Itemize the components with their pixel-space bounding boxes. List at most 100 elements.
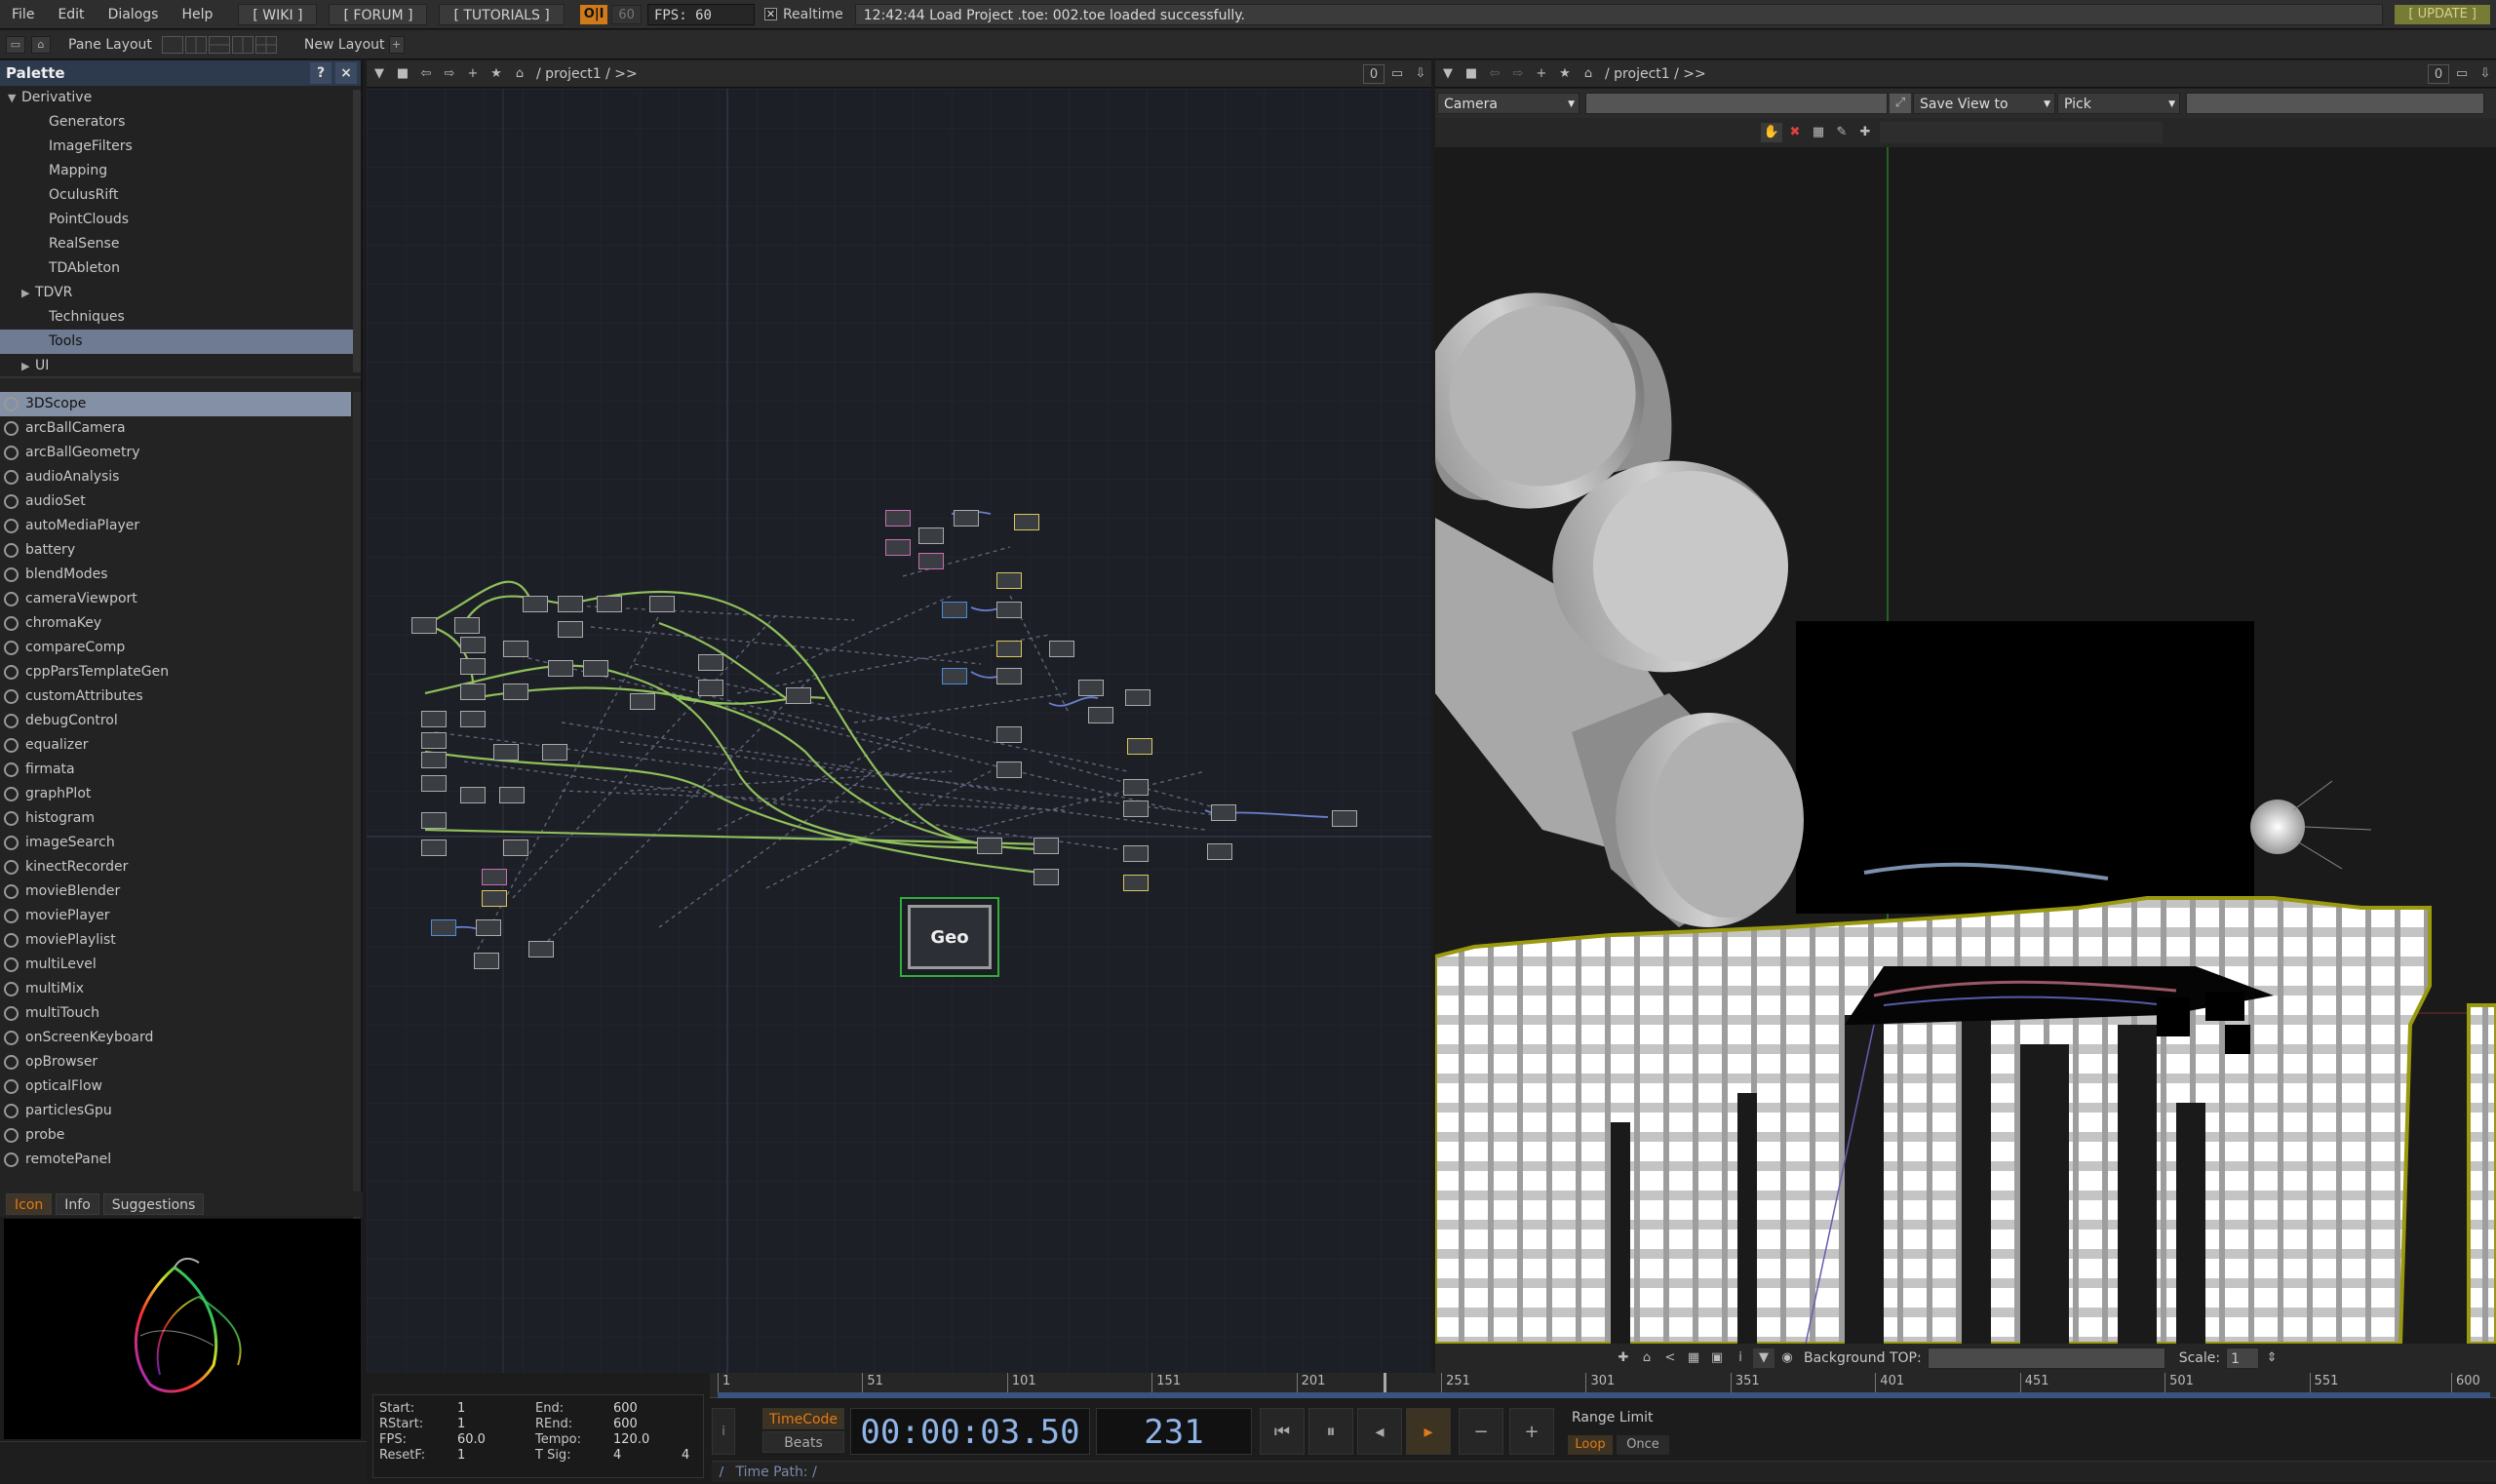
component-item-arcBallGeometry[interactable]: arcBallGeometry [0,441,351,465]
oi-toggle[interactable]: O|I [579,4,608,24]
operator-node[interactable] [1123,875,1149,891]
viewer-options-icon[interactable]: ▼ [1753,1348,1774,1368]
palette-folder-pointclouds[interactable]: PointClouds [0,208,361,232]
timecode-mode-button[interactable]: TimeCode [762,1408,844,1429]
palette-folder-ui[interactable]: ▶ UI [0,354,361,376]
palette-folder-mapping[interactable]: Mapping [0,159,361,183]
operator-node[interactable] [499,787,525,803]
layout-quad-icon[interactable] [254,35,277,54]
component-item-audioAnalysis[interactable]: audioAnalysis [0,465,351,489]
rend-value[interactable]: 600 [613,1417,682,1431]
operator-node[interactable] [523,596,548,612]
operator-node[interactable] [885,539,911,556]
back-icon[interactable]: ⇦ [415,64,437,84]
chevron-down-icon[interactable]: ▼ [8,86,21,110]
beats-mode-button[interactable]: Beats [762,1431,844,1453]
operator-node[interactable] [411,617,437,634]
palette-folder-derivative[interactable]: ▼ Derivative [0,86,361,110]
timeline-info-icon[interactable]: i [712,1408,735,1455]
operator-node[interactable] [698,680,723,696]
end-value[interactable]: 600 [613,1401,682,1416]
add-layout-button[interactable]: + [388,35,405,54]
component-item-chromaKey[interactable]: chromaKey [0,611,351,636]
component-item-multiMix[interactable]: multiMix [0,977,351,1001]
palette-folder-tdvr[interactable]: ▶ TDVR [0,281,361,305]
rstart-value[interactable]: 1 [457,1417,535,1431]
operator-node[interactable] [1049,641,1074,657]
operator-node[interactable] [1014,514,1039,530]
component-item-multiTouch[interactable]: multiTouch [0,1001,351,1026]
component-item-compareComp[interactable]: compareComp [0,636,351,660]
add-tool-icon[interactable]: ✚ [1854,123,1876,142]
network-zero-button[interactable]: 0 [1363,63,1384,84]
menu-help[interactable]: Help [170,0,224,29]
viewer-add-bottom-icon[interactable]: ✚ [1613,1348,1634,1368]
network-graph[interactable] [367,89,1431,1373]
network-editor[interactable]: Geo [367,89,1431,1373]
operator-node[interactable] [421,812,447,829]
operator-node[interactable] [503,840,528,856]
scale-field[interactable]: 1 [2226,1347,2260,1369]
tree-scrollbar[interactable] [353,90,361,372]
operator-node[interactable] [503,683,528,700]
pane-type-icon[interactable]: ■ [392,64,413,84]
viewer-back-icon[interactable]: ⇦ [1484,64,1505,84]
bookmark-star-icon[interactable]: ★ [486,64,507,84]
operator-node[interactable] [1125,689,1150,706]
operator-node[interactable] [1078,680,1104,696]
operator-node[interactable] [996,572,1022,589]
fps-limit-field[interactable]: 60 [611,4,642,24]
operator-node[interactable] [630,693,655,710]
component-item-cppParsTemplateGen[interactable]: cppParsTemplateGen [0,660,351,684]
step-plus-button[interactable]: + [1509,1408,1554,1455]
split-icon[interactable]: ⇩ [1410,64,1431,84]
step-back-button[interactable]: ◂ [1357,1408,1402,1455]
palette-folder-imagefilters[interactable]: ImageFilters [0,135,361,159]
component-list-scrollbar[interactable] [353,392,361,1240]
operator-node[interactable] [1123,779,1149,796]
operator-node[interactable] [431,919,456,936]
operator-node[interactable] [493,744,519,761]
component-item-multiLevel[interactable]: multiLevel [0,953,351,977]
palette-folder-techniques[interactable]: Techniques [0,305,361,330]
home-icon[interactable]: ⌂ [509,64,530,84]
component-item-equalizer[interactable]: equalizer [0,733,351,758]
tsig-numerator[interactable]: 4 [613,1448,682,1463]
component-item-customAttributes[interactable]: customAttributes [0,684,351,709]
operator-node[interactable] [996,762,1022,778]
start-value[interactable]: 1 [457,1401,535,1416]
component-item-opBrowser[interactable]: opBrowser [0,1050,351,1074]
operator-node[interactable] [1123,801,1149,817]
operator-node[interactable] [698,654,723,671]
viewer-zero-button[interactable]: 0 [2428,63,2449,84]
forward-icon[interactable]: ⇨ [439,64,460,84]
display-tool-icon[interactable]: ▦ [1808,123,1829,142]
operator-node[interactable] [474,953,499,969]
operator-node[interactable] [1332,810,1357,827]
viewer-home-icon[interactable]: ⌂ [1578,64,1599,84]
update-button[interactable]: [ UPDATE ] [2395,4,2490,24]
operator-node[interactable] [558,621,583,638]
timecode-display[interactable]: 00:00:03.50 [850,1408,1090,1455]
operator-node[interactable] [558,596,583,612]
operator-node[interactable] [1088,707,1113,723]
menu-file[interactable]: File [0,0,46,29]
brush-tool-icon[interactable]: ✎ [1831,123,1852,142]
operator-node[interactable] [421,752,447,768]
operator-node[interactable] [454,617,480,634]
play-forward-button[interactable]: ▸ [1406,1408,1451,1455]
operator-node[interactable] [977,838,1002,854]
operator-node[interactable] [1127,738,1152,755]
chevron-right-icon[interactable]: ▶ [21,354,35,376]
palette-folder-generators[interactable]: Generators [0,110,361,135]
layout-split-vertical-icon[interactable] [184,35,207,54]
add-operator-icon[interactable]: + [462,64,484,84]
viewer-maximize-icon[interactable]: ▭ [2451,64,2473,84]
operator-node[interactable] [649,596,675,612]
operator-node[interactable] [1034,869,1059,885]
operator-node[interactable] [918,553,944,569]
chevron-right-icon[interactable]: ▶ [21,281,35,305]
forum-link[interactable]: [ FORUM ] [329,3,428,25]
loop-button[interactable]: Loop [1568,1435,1613,1455]
camera-select[interactable]: Camera [1437,93,1580,115]
